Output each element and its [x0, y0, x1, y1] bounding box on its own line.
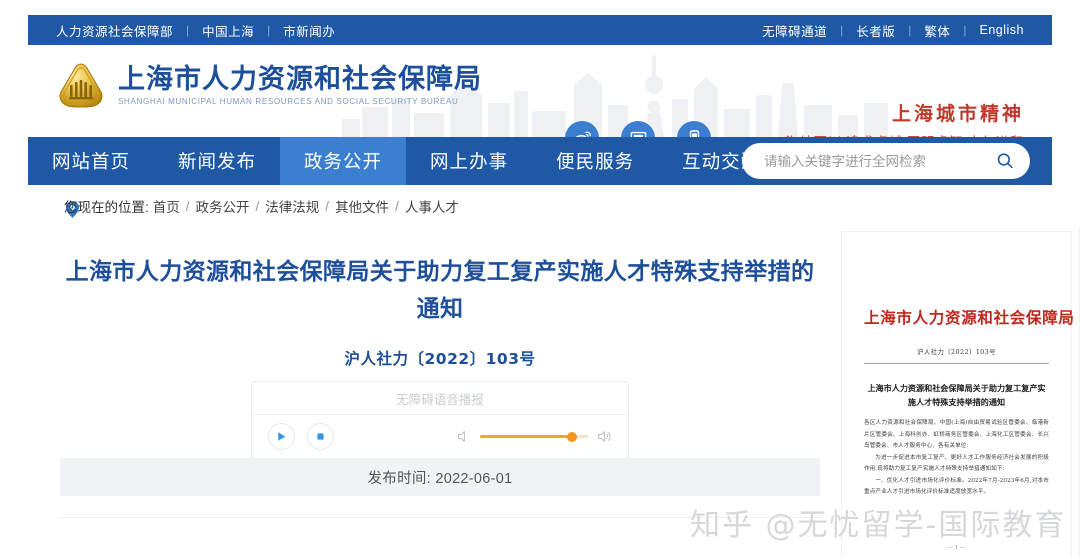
- topbar-link-shanghai[interactable]: 中国上海: [202, 21, 254, 40]
- doc-preview-rule: [864, 363, 1049, 364]
- site-header: 上海市人力资源和社会保障局 SHANGHAI MUNICIPAL HUMAN R…: [28, 45, 1052, 137]
- breadcrumb-separator: /: [255, 198, 260, 214]
- document-page: 上海市人力资源和社会保障局 沪人社力〔2022〕103号 上海市人力资源和社会保…: [841, 231, 1075, 558]
- breadcrumb-separator: /: [325, 198, 330, 214]
- audio-player[interactable]: 无障碍语音播报: [251, 380, 629, 460]
- topbar-link-accessibility[interactable]: 无障碍通道: [762, 21, 827, 40]
- page-root: 人力资源社会保障部 | 中国上海 | 市新闻办 无障碍通道 | 长者版 | 繁体…: [0, 0, 1080, 558]
- page-title: 上海市人力资源和社会保障局关于助力复工复产实施人才特殊支持举措的通知: [65, 259, 815, 323]
- breadcrumb-item-other-docs[interactable]: 其他文件: [335, 196, 389, 216]
- topbar-separator: |: [963, 23, 967, 37]
- volume-slider[interactable]: [480, 431, 588, 443]
- mobile-version-button[interactable]: [677, 121, 711, 137]
- breadcrumb-label: 您现在的位置:: [64, 200, 149, 215]
- desktop-version-button[interactable]: [621, 121, 655, 137]
- bureau-emblem-icon: [59, 63, 103, 108]
- doc-preview-red-header: 上海市人力资源和社会保障局: [864, 308, 1075, 327]
- audio-controls: [252, 415, 628, 459]
- play-icon: [278, 432, 286, 441]
- topbar-separator: |: [267, 23, 271, 37]
- desktop-icon: [630, 131, 646, 137]
- search-icon: [997, 153, 1013, 169]
- city-spirit-slogan: 上海城市精神 海纳百川 追求卓越 开明睿智 大气谦和: [785, 103, 1024, 137]
- search-button[interactable]: [994, 150, 1016, 172]
- volume-up-icon[interactable]: [597, 429, 612, 444]
- logo-english-name: SHANGHAI MUNICIPAL HUMAN RESOURCES AND S…: [118, 97, 459, 107]
- nav-item-online-service[interactable]: 网上办事: [406, 137, 532, 185]
- topbar-link-press-office[interactable]: 市新闻办: [283, 21, 335, 40]
- breadcrumb-item-laws[interactable]: 法律法规: [265, 196, 319, 216]
- volume-mute-icon[interactable]: [456, 429, 471, 444]
- document-preview-panel[interactable]: 上海市人力资源和社会保障局 沪人社力〔2022〕103号 上海市人力资源和社会保…: [833, 227, 1080, 558]
- site-logo[interactable]: 上海市人力资源和社会保障局 SHANGHAI MUNICIPAL HUMAN R…: [56, 61, 482, 111]
- breadcrumb-item-home[interactable]: 首页: [153, 196, 180, 216]
- breadcrumb-separator: /: [185, 198, 190, 214]
- doc-preview-paragraph: 各区人力资源和社会保障局、中国(上海)自由贸易试验区管委会、临港新片区管委会、上…: [864, 420, 1049, 449]
- publish-time-text: 发布时间: 2022-06-01: [367, 470, 513, 487]
- nav-item-home[interactable]: 网站首页: [28, 137, 154, 185]
- breadcrumb: 您现在的位置: 首页 / 政务公开 / 法律法规 / 其他文件 / 人事人才: [28, 185, 1052, 227]
- topbar-link-elder-version[interactable]: 长者版: [856, 21, 895, 40]
- volume-slider-fill: [480, 435, 572, 438]
- slogan-title: 上海城市精神: [891, 103, 1024, 125]
- content-area: 上海市人力资源和社会保障局关于助力复工复产实施人才特殊支持举措的通知 沪人社力〔…: [28, 227, 1080, 558]
- doc-preview-paragraph: 为进一步促进本市复工复产、更好人才工作服务经济社会发展的积极作用,现将助力复工复…: [864, 454, 1049, 473]
- top-bar-left-links: 人力资源社会保障部 | 中国上海 | 市新闻办: [56, 21, 335, 40]
- breadcrumb-item-hr-talent[interactable]: 人事人才: [405, 196, 459, 216]
- logo-text-block: 上海市人力资源和社会保障局 SHANGHAI MUNICIPAL HUMAN R…: [118, 63, 482, 107]
- weibo-icon: [574, 131, 591, 137]
- audio-player-title: 无障碍语音播报: [252, 382, 628, 415]
- weibo-button[interactable]: [565, 121, 599, 137]
- document-number: 沪人社力〔2022〕103号: [344, 349, 536, 368]
- doc-preview-number: 沪人社力〔2022〕103号: [917, 348, 996, 356]
- doc-preview-page-number: — 1 —: [947, 545, 966, 551]
- volume-control[interactable]: [456, 429, 612, 444]
- volume-slider-knob[interactable]: [566, 431, 577, 442]
- stop-icon: [317, 433, 324, 440]
- topbar-separator: |: [840, 23, 844, 37]
- topbar-link-english[interactable]: English: [980, 23, 1025, 37]
- search-box[interactable]: [742, 143, 1030, 179]
- social-icon-group: [565, 121, 711, 137]
- doc-preview-title: 上海市人力资源和社会保障局关于助力复工复产实施人才特殊支持举措的通知: [867, 383, 1046, 408]
- stop-button[interactable]: [307, 423, 334, 450]
- play-button[interactable]: [268, 423, 295, 450]
- top-bar-right-links: 无障碍通道 | 长者版 | 繁体 | English: [762, 21, 1024, 40]
- main-navigation: 网站首页 新闻发布 政务公开 网上办事 便民服务 互动交流: [28, 137, 1052, 185]
- logo-chinese-name: 上海市人力资源和社会保障局: [118, 63, 482, 95]
- search-input[interactable]: [762, 152, 994, 170]
- breadcrumb-separator: /: [395, 198, 399, 214]
- publish-time-bar: 发布时间: 2022-06-01: [60, 458, 820, 496]
- doc-preview-paragraph: 一、优化人才引进市场化评价标准。2022年7月-2023年6月,对本市重点产业人…: [864, 478, 1049, 496]
- topbar-link-traditional[interactable]: 繁体: [924, 21, 950, 40]
- topbar-link-ministry[interactable]: 人力资源社会保障部: [56, 21, 173, 40]
- nav-item-public-service[interactable]: 便民服务: [532, 137, 658, 185]
- topbar-separator: |: [186, 23, 190, 37]
- mobile-icon: [689, 129, 699, 137]
- content-divider: [60, 517, 820, 518]
- topbar-separator: |: [908, 23, 912, 37]
- top-bar: 人力资源社会保障部 | 中国上海 | 市新闻办 无障碍通道 | 长者版 | 繁体…: [28, 15, 1052, 45]
- breadcrumb-item-government-affairs[interactable]: 政务公开: [196, 196, 250, 216]
- nav-item-government-affairs[interactable]: 政务公开: [280, 137, 407, 185]
- nav-item-news[interactable]: 新闻发布: [154, 137, 280, 185]
- article-block: 上海市人力资源和社会保障局关于助力复工复产实施人才特殊支持举措的通知 沪人社力〔…: [60, 227, 820, 460]
- doc-preview-body: 各区人力资源和社会保障局、中国(上海)自由贸易试验区管委会、临港新片区管委会、上…: [864, 418, 1049, 498]
